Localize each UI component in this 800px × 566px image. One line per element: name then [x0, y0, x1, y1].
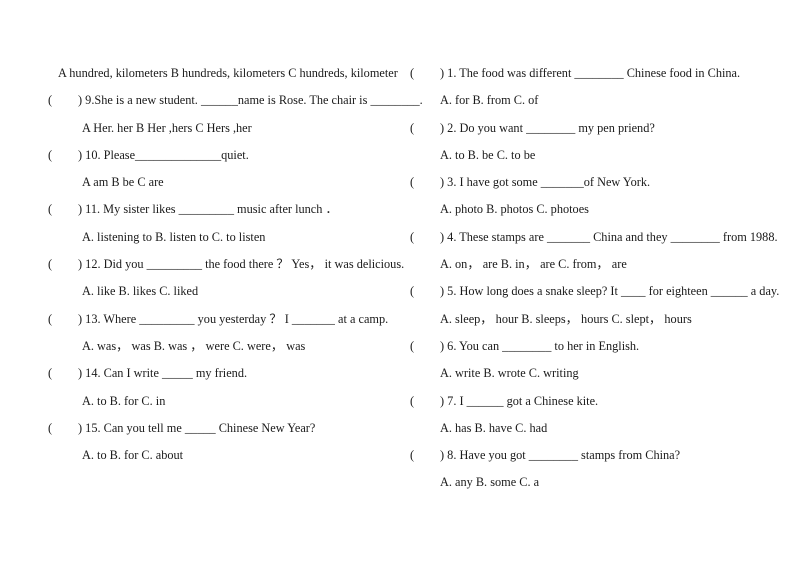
question-text-3: ) 3. I have got some _______of New York.: [440, 175, 651, 190]
paren-open-icon: (: [48, 366, 53, 381]
question-text-5: ) 5. How long does a snake sleep? It ___…: [440, 284, 780, 299]
options-row-14: A. to B. for C. in: [48, 388, 404, 415]
worksheet-page: A hundred, kilometers B hundreds, kilome…: [0, 0, 800, 566]
options-row-8: A. any B. some C. a: [410, 469, 790, 496]
question-row-7: ( ) 7. I ______ got a Chinese kite.: [410, 388, 790, 415]
question-text-13: ) 13. Where _________ you yesterday ？ I …: [78, 311, 389, 326]
answer-blank-11[interactable]: (: [48, 196, 78, 223]
answer-blank-2[interactable]: (: [410, 115, 440, 142]
options-row-9: A Her. her B Her ,hers C Hers ,her: [48, 115, 404, 142]
question-text-2: ) 2. Do you want ________ my pen priend?: [440, 120, 655, 135]
answer-blank-12[interactable]: (: [48, 251, 78, 278]
paren-open-icon: (: [410, 338, 415, 353]
answer-blank-4[interactable]: (: [410, 224, 440, 251]
question-row-8: ( ) 8. Have you got ________ stamps from…: [410, 442, 790, 469]
options-row-15: A. to B. for C. about: [48, 442, 404, 469]
paren-open-icon: (: [48, 311, 53, 326]
paren-open-icon: (: [48, 257, 53, 272]
question-row-6: ( ) 6. You can ________ to her in Englis…: [410, 333, 790, 360]
question-text-9: ) 9.She is a new student. ______name is …: [78, 93, 423, 108]
options-text-6[interactable]: A. write B. wrote C. writing: [440, 366, 579, 380]
paren-open-icon: (: [48, 93, 53, 108]
question-row-13: ( ) 13. Where _________ you yesterday ？ …: [48, 306, 404, 333]
options-text-2[interactable]: A. to B. be C. to be: [440, 148, 535, 162]
options-text-8[interactable]: A. any B. some C. a: [440, 475, 539, 489]
answer-blank-1[interactable]: (: [410, 60, 440, 87]
question-text-8: ) 8. Have you got ________ stamps from C…: [440, 448, 681, 463]
answer-blank-7[interactable]: (: [410, 388, 440, 415]
options-text-14[interactable]: A. to B. for C. in: [82, 394, 165, 408]
options-text-13[interactable]: A. was， was B. was ， were C. were， was: [82, 339, 305, 353]
question-row-12: ( ) 12. Did you _________ the food there…: [48, 251, 404, 278]
question-row-5: ( ) 5. How long does a snake sleep? It _…: [410, 278, 790, 305]
options-text-12[interactable]: A. like B. likes C. liked: [82, 284, 198, 298]
right-question-column: ( ) 1. The food was different ________ C…: [410, 0, 800, 566]
question-text-7: ) 7. I ______ got a Chinese kite.: [440, 393, 599, 408]
question-row-10: ( ) 10. Please______________quiet.: [48, 142, 404, 169]
options-text-5[interactable]: A. sleep， hour B. sleeps， hours C. slept…: [440, 312, 692, 326]
answer-blank-6[interactable]: (: [410, 333, 440, 360]
question-text-12: ) 12. Did you _________ the food there ？…: [78, 257, 405, 272]
paren-open-icon: (: [410, 175, 415, 190]
question-row-3: ( ) 3. I have got some _______of New Yor…: [410, 169, 790, 196]
answer-blank-3[interactable]: (: [410, 169, 440, 196]
options-row-7: A. has B. have C. had: [410, 415, 790, 442]
paren-open-icon: (: [410, 448, 415, 463]
options-row-13: A. was， was B. was ， were C. were， was: [48, 333, 404, 360]
answer-blank-5[interactable]: (: [410, 278, 440, 305]
question-text-1: ) 1. The food was different ________ Chi…: [440, 66, 741, 80]
paren-open-icon: (: [410, 229, 415, 244]
question-row-11: ( ) 11. My sister likes _________ music …: [48, 196, 404, 223]
question-row-1: ( ) 1. The food was different ________ C…: [410, 60, 790, 87]
answer-blank-15[interactable]: (: [48, 415, 78, 442]
options-row-5: A. sleep， hour B. sleeps， hours C. slept…: [410, 306, 790, 333]
options-text-3[interactable]: A. photo B. photos C. photoes: [440, 202, 589, 216]
paren-open-icon: (: [48, 147, 53, 162]
answer-blank-14[interactable]: (: [48, 360, 78, 387]
paren-open-icon: (: [410, 120, 415, 135]
options-text-10[interactable]: A am B be C are: [82, 175, 164, 189]
options-text-7[interactable]: A. has B. have C. had: [440, 421, 547, 435]
options-row-2: A. to B. be C. to be: [410, 142, 790, 169]
options-row-12: A. like B. likes C. liked: [48, 278, 404, 305]
answer-blank-8[interactable]: (: [410, 442, 440, 469]
paren-open-icon: (: [410, 284, 415, 299]
question-text-15: ) 15. Can you tell me _____ Chinese New …: [78, 420, 316, 435]
question-row-2: ( ) 2. Do you want ________ my pen prien…: [410, 115, 790, 142]
options-text-4[interactable]: A. on， are B. in， are C. from， are: [440, 257, 627, 271]
options-text-15[interactable]: A. to B. for C. about: [82, 448, 183, 462]
options-text-11[interactable]: A. listening to B. listen to C. to liste…: [82, 230, 265, 244]
two-column-layout: A hundred, kilometers B hundreds, kilome…: [0, 0, 800, 566]
paren-open-icon: (: [410, 393, 415, 408]
question-row-14: ( ) 14. Can I write _____ my friend.: [48, 360, 404, 387]
question-row-15: ( ) 15. Can you tell me _____ Chinese Ne…: [48, 415, 404, 442]
lead-options-line: A hundred, kilometers B hundreds, kilome…: [48, 60, 404, 87]
answer-blank-9[interactable]: (: [48, 87, 78, 114]
question-row-9: ( ) 9.She is a new student. ______name i…: [48, 87, 423, 114]
options-row-6: A. write B. wrote C. writing: [410, 360, 790, 387]
options-row-3: A. photo B. photos C. photoes: [410, 196, 790, 223]
paren-open-icon: (: [48, 420, 53, 435]
options-row-10: A am B be C are: [48, 169, 404, 196]
question-text-10: ) 10. Please______________quiet.: [78, 147, 249, 162]
options-text-1[interactable]: A. for B. from C. of: [440, 93, 538, 107]
options-row-4: A. on， are B. in， are C. from， are: [410, 251, 790, 278]
question-text-14: ) 14. Can I write _____ my friend.: [78, 366, 248, 381]
options-row-1: A. for B. from C. of: [410, 87, 790, 114]
options-text-9[interactable]: A Her. her B Her ,hers C Hers ,her: [82, 121, 252, 135]
answer-blank-13[interactable]: (: [48, 306, 78, 333]
options-row-11: A. listening to B. listen to C. to liste…: [48, 224, 404, 251]
question-text-11: ) 11. My sister likes _________ music af…: [78, 202, 338, 217]
paren-open-icon: (: [48, 202, 53, 217]
lead-options-text: A hundred, kilometers B hundreds, kilome…: [58, 66, 398, 80]
left-question-column: A hundred, kilometers B hundreds, kilome…: [0, 0, 423, 566]
answer-blank-10[interactable]: (: [48, 142, 78, 169]
question-text-6: ) 6. You can ________ to her in English.: [440, 338, 640, 353]
question-row-4: ( ) 4. These stamps are _______ China an…: [410, 224, 790, 251]
question-text-4: ) 4. These stamps are _______ China and …: [440, 229, 778, 244]
paren-open-icon: (: [410, 66, 415, 80]
